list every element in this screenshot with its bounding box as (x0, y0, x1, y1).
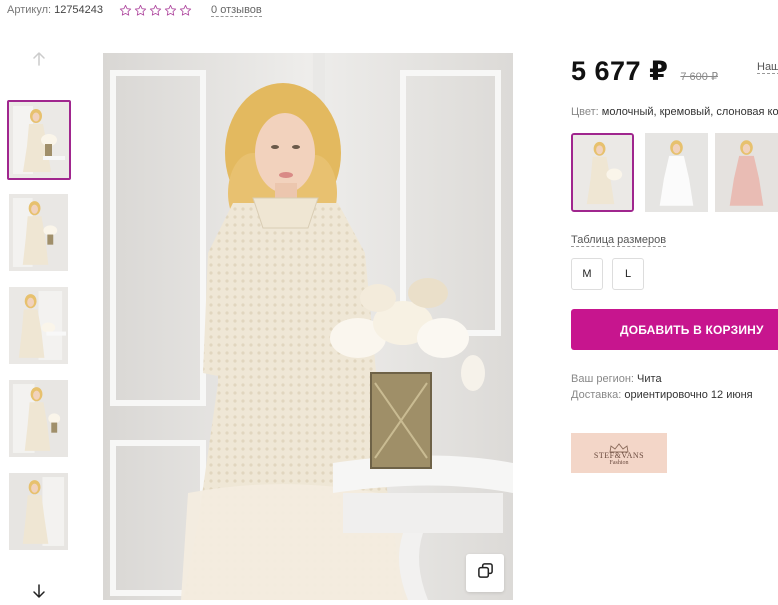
current-price: 5 677 ₽ (571, 56, 669, 86)
zoom-button[interactable] (466, 554, 504, 592)
sku-label: Артикул: (7, 4, 52, 16)
gallery-thumbnail-3[interactable] (9, 287, 68, 364)
main-product-image[interactable] (103, 53, 513, 600)
copy-zoom-icon (477, 562, 494, 584)
color-swatch-white[interactable] (645, 133, 708, 212)
star-icon[interactable] (179, 4, 192, 17)
star-icon[interactable] (134, 4, 147, 17)
crown-icon (608, 440, 630, 453)
brand-name: STEF&VANS (593, 451, 645, 460)
color-swatch-pink[interactable] (715, 133, 778, 212)
star-icon[interactable] (164, 4, 177, 17)
delivery-label: Доставка: (571, 389, 622, 401)
size-option-m[interactable]: M (571, 258, 603, 290)
region-value[interactable]: Чита (637, 373, 662, 385)
delivery-line: Доставка: ориентировочно 12 июня (571, 389, 753, 401)
color-swatch-cream[interactable] (571, 133, 634, 212)
add-to-cart-button[interactable]: ДОБАВИТЬ В КОРЗИНУ (571, 309, 778, 350)
arrow-down-icon[interactable] (30, 582, 48, 600)
brand-logo[interactable]: STEF&VANS Fashion (571, 433, 667, 473)
gallery-thumbnail-4[interactable] (9, 380, 68, 457)
brand-subtitle: Fashion (609, 460, 629, 466)
delivery-value: ориентировочно 12 июня (624, 389, 753, 401)
region-label: Ваш регион: (571, 373, 634, 385)
color-value: молочный, кремовый, слоновая ко (601, 106, 778, 118)
gallery-thumbnail-5[interactable] (9, 473, 68, 550)
rating-stars[interactable] (119, 4, 192, 17)
size-table-link[interactable]: Таблица размеров (571, 234, 667, 247)
color-row: Цвет: молочный, кремовый, слоновая ко (571, 106, 778, 118)
price-row: 5 677 ₽ 7 600 ₽ (571, 56, 718, 87)
gallery-thumbnail-2[interactable] (9, 194, 68, 271)
color-label: Цвет: (571, 106, 599, 118)
product-meta-row: Артикул: 12754243 0 отзывов (7, 2, 262, 18)
arrow-up-icon[interactable] (30, 50, 48, 68)
gallery-thumbnail-1[interactable] (7, 100, 71, 180)
sku-value: 12754243 (54, 4, 104, 16)
reviews-link[interactable]: 0 отзывов (211, 4, 262, 17)
product-page: Артикул: 12754243 0 отзывов 5 677 ₽ 7 60… (0, 0, 778, 605)
partial-link[interactable]: Наш (757, 61, 778, 74)
region-line: Ваш регион: Чита (571, 373, 662, 385)
star-icon[interactable] (149, 4, 162, 17)
size-option-l[interactable]: L (612, 258, 644, 290)
star-icon[interactable] (119, 4, 132, 17)
old-price: 7 600 ₽ (680, 71, 718, 83)
